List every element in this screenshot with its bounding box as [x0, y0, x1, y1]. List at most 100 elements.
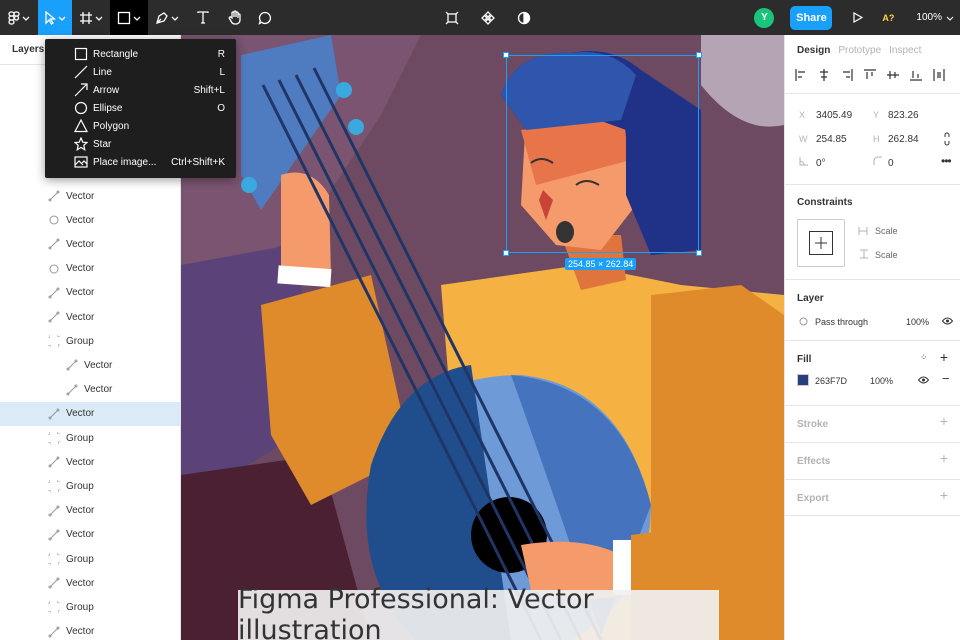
menu-item-polygon[interactable]: Polygon: [45, 117, 236, 135]
create-component-button[interactable]: [476, 0, 500, 35]
x-label: X: [799, 110, 806, 120]
layer-row[interactable]: Vector: [0, 620, 180, 640]
height-input[interactable]: 262.84: [888, 134, 919, 145]
tab-inspect[interactable]: Inspect: [889, 45, 921, 56]
fill-opacity-input[interactable]: 100%: [870, 376, 893, 386]
font-warning-badge[interactable]: A?: [882, 13, 894, 23]
align-left-icon[interactable]: [795, 69, 807, 81]
layer-row[interactable]: Vector: [0, 232, 180, 256]
menu-item-image[interactable]: Place image... Ctrl+Shift+K: [45, 153, 236, 171]
blend-mode-select[interactable]: Pass through: [815, 317, 868, 327]
menu-item-star[interactable]: Star: [45, 135, 236, 153]
rotation-input[interactable]: 0°: [816, 158, 826, 169]
menu-item-label: Star: [93, 138, 112, 150]
constrain-proportions-icon[interactable]: [943, 132, 951, 146]
layer-row[interactable]: Vector: [0, 257, 180, 281]
width-input[interactable]: 254.85: [816, 134, 847, 145]
styles-grid-icon[interactable]: ⁘: [920, 352, 928, 363]
main-menu-button[interactable]: [0, 0, 38, 35]
layer-row[interactable]: Group: [0, 426, 180, 450]
menu-item-shortcut: L: [219, 66, 225, 78]
constraint-widget[interactable]: [797, 219, 845, 267]
add-export-icon[interactable]: +: [940, 487, 948, 503]
stroke-section: Stroke +: [785, 405, 960, 442]
fill-color-swatch[interactable]: [797, 374, 809, 386]
mask-button[interactable]: [512, 0, 536, 35]
align-center-horizontal-icon[interactable]: [818, 69, 830, 81]
shape-tool-button[interactable]: [110, 0, 148, 35]
resize-handle[interactable]: [503, 52, 509, 58]
align-bottom-icon[interactable]: [910, 69, 922, 81]
present-button[interactable]: [846, 12, 870, 23]
layer-row[interactable]: Vector: [0, 378, 180, 402]
chevron-down-icon[interactable]: [946, 14, 954, 22]
constraint-horizontal-select[interactable]: Scale: [875, 226, 898, 236]
distribute-icon[interactable]: [933, 69, 945, 81]
frame-tool-button[interactable]: [72, 0, 110, 35]
layer-row[interactable]: Vector: [0, 184, 180, 208]
y-input[interactable]: 823.26: [888, 110, 919, 121]
ellipse-icon: [74, 101, 88, 115]
selection-box[interactable]: [503, 52, 702, 256]
move-tool-button[interactable]: [38, 0, 72, 35]
menu-item-ellipse[interactable]: Ellipse O: [45, 99, 236, 117]
layer-row[interactable]: Vector: [0, 281, 180, 305]
horizontal-constraint-icon: [858, 227, 868, 235]
radius-input[interactable]: 0: [888, 158, 894, 169]
h-label: H: [873, 134, 880, 144]
pen-tool-button[interactable]: [148, 0, 186, 35]
menu-item-rectangle[interactable]: Rectangle R: [45, 45, 236, 63]
resize-handle[interactable]: [696, 250, 702, 256]
transform-section: X 3405.49 Y 823.26 W 254.85 H 262.84 0° …: [785, 93, 960, 183]
layer-row[interactable]: Group: [0, 474, 180, 498]
layer-row[interactable]: Vector: [0, 208, 180, 232]
x-input[interactable]: 3405.49: [816, 110, 852, 121]
avatar[interactable]: Y: [754, 7, 775, 28]
eye-icon[interactable]: [918, 376, 929, 384]
align-top-icon[interactable]: [864, 69, 876, 81]
layer-row[interactable]: Group: [0, 329, 180, 353]
layer-row[interactable]: Vector: [0, 305, 180, 329]
vector-icon: [48, 408, 60, 420]
layer-row[interactable]: Vector: [0, 499, 180, 523]
chevron-down-icon: [133, 16, 141, 21]
layer-opacity-input[interactable]: 100%: [906, 317, 929, 327]
align-right-icon[interactable]: [841, 69, 853, 81]
menu-item-line[interactable]: Line L: [45, 63, 236, 81]
layer-row[interactable]: Group: [0, 595, 180, 619]
layer-row[interactable]: Vector: [0, 401, 180, 426]
add-fill-icon[interactable]: +: [940, 349, 948, 365]
layer-label: Vector: [66, 190, 95, 202]
tab-prototype[interactable]: Prototype: [838, 45, 881, 56]
hand-tool-button[interactable]: [220, 0, 250, 35]
more-options-icon[interactable]: •••: [941, 154, 952, 168]
layer-row[interactable]: Vector: [0, 450, 180, 474]
layer-label: Vector: [66, 408, 95, 420]
add-stroke-icon[interactable]: +: [940, 413, 948, 429]
component-crop-button[interactable]: [440, 0, 464, 35]
constraints-title: Constraints: [797, 197, 853, 208]
arrow-icon: [74, 83, 88, 97]
layer-row[interactable]: Vector: [0, 353, 180, 377]
fill-hex-input[interactable]: 263F7D: [815, 376, 847, 386]
align-center-vertical-icon[interactable]: [887, 69, 899, 81]
layer-row[interactable]: Group: [0, 547, 180, 571]
remove-fill-icon[interactable]: −: [942, 371, 950, 386]
constraint-vertical-select[interactable]: Scale: [875, 250, 898, 260]
vector-icon: [66, 384, 78, 396]
add-effect-icon[interactable]: +: [940, 450, 948, 466]
comment-tool-button[interactable]: [250, 0, 280, 35]
layer-row[interactable]: Vector: [0, 571, 180, 595]
canvas[interactable]: 254.85 × 262.84 Figma Professional: Vect…: [181, 35, 784, 640]
vertical-constraint-icon: [860, 249, 868, 259]
layer-label: Vector: [84, 359, 113, 371]
resize-handle[interactable]: [696, 52, 702, 58]
menu-item-arrow[interactable]: Arrow Shift+L: [45, 81, 236, 99]
resize-handle[interactable]: [503, 250, 509, 256]
layer-row[interactable]: Vector: [0, 523, 180, 547]
zoom-level[interactable]: 100%: [916, 12, 942, 23]
share-button[interactable]: Share: [790, 5, 833, 30]
eye-icon[interactable]: [942, 317, 953, 325]
text-tool-button[interactable]: [186, 0, 220, 35]
tab-design[interactable]: Design: [797, 45, 830, 56]
